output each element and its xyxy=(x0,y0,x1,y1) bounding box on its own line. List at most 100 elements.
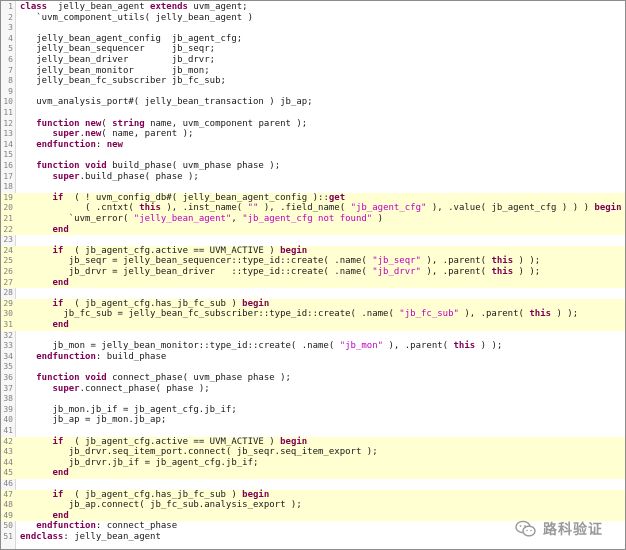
code-line[interactable]: 39 jb_mon.jb_if = jb_agent_cfg.jb_if; xyxy=(1,405,625,416)
code-line[interactable]: 42 if ( jb_agent_cfg.active == UVM_ACTIV… xyxy=(1,436,625,448)
line-code: if ( jb_agent_cfg.has_jb_fc_sub ) begin xyxy=(20,489,270,501)
code-keyword: super xyxy=(20,171,80,182)
code-line[interactable]: 13 super.new( name, parent ); xyxy=(1,129,625,140)
line-code: jelly_bean_monitor jb_mon; xyxy=(20,65,210,77)
line-number: 21 xyxy=(3,214,13,223)
line-code: jelly_bean_agent_config jb_agent_cfg; xyxy=(20,34,242,45)
code-line[interactable]: 16 function void build_phase( uvm_phase … xyxy=(1,161,625,172)
line-number: 48 xyxy=(3,500,13,510)
line-number: 40 xyxy=(3,415,13,425)
code-line[interactable]: 1 class jelly_bean_agent extends uvm_agen… xyxy=(1,2,625,13)
line-code: end xyxy=(20,320,69,331)
code-line[interactable]: 5 jelly_bean_sequencer jb_seqr; xyxy=(1,44,625,55)
code-line[interactable]: 27 end xyxy=(1,277,625,289)
code-line[interactable]: 38 xyxy=(1,394,625,405)
code-text: ( xyxy=(101,118,113,129)
code-line[interactable]: 17 super.build_phase( phase ); xyxy=(1,172,625,183)
code-keyword: this xyxy=(529,309,552,320)
code-line[interactable]: 23 xyxy=(1,235,625,246)
line-code: `uvm_error( "jelly_bean_agent", "jb_agen… xyxy=(20,214,383,225)
code-editor[interactable]: 1 class jelly_bean_agent extends uvm_agen… xyxy=(1,1,625,549)
line-code: end xyxy=(20,468,69,479)
code-line[interactable]: 43 jb_drvr.seq_item_port.connect( jb_seq… xyxy=(1,447,625,458)
code-line[interactable]: 24 if ( jb_agent_cfg.active == UVM_ACTIV… xyxy=(1,245,625,257)
code-line[interactable]: 32 xyxy=(1,331,625,342)
code-line[interactable]: 45 end xyxy=(1,468,625,479)
watermark-text: 路科验证 xyxy=(543,522,603,538)
code-text: ( .cntxt( xyxy=(20,203,140,214)
code-line[interactable]: 10 uvm_analysis_port#( jelly_bean_transa… xyxy=(1,97,625,108)
code-text: jelly_bean_monitor jb_mon; xyxy=(20,65,210,76)
code-line[interactable]: 15 xyxy=(1,150,625,161)
code-line[interactable]: 35 xyxy=(1,362,625,373)
code-line[interactable]: 6 jelly_bean_driver jb_drvr; xyxy=(1,55,625,66)
code-line[interactable]: 33 jb_mon = jelly_bean_monitor::type_id:… xyxy=(1,341,625,352)
line-code: function void connect_phase( uvm_phase p… xyxy=(20,373,291,384)
code-line[interactable]: 8 jelly_bean_fc_subscriber jb_fc_sub; xyxy=(1,76,625,87)
wechat-icon xyxy=(515,520,536,537)
code-line[interactable]: 41 xyxy=(1,426,625,437)
code-string: "jelly_bean_agent" xyxy=(133,214,232,224)
code-line[interactable]: 29 if ( jb_agent_cfg.has_jb_fc_sub ) beg… xyxy=(1,298,625,310)
code-line[interactable]: 11 xyxy=(1,108,625,119)
line-number: 29 xyxy=(3,298,13,308)
code-string: "jb_fc_sub" xyxy=(399,309,459,320)
code-line[interactable]: 47 if ( jb_agent_cfg.has_jb_fc_sub ) beg… xyxy=(1,489,625,501)
code-text: jelly_bean_agent xyxy=(47,2,151,12)
code-keyword: end xyxy=(20,277,69,288)
code-text: ( jb_agent_cfg.active == UVM_ACTIVE ) xyxy=(63,436,281,447)
code-text: connect_phase( uvm_phase phase ); xyxy=(106,373,291,383)
code-string: "jb_agent_cfg" xyxy=(350,203,427,214)
code-line[interactable]: 22 end xyxy=(1,224,625,236)
line-number: 9 xyxy=(8,86,13,96)
code-line[interactable]: 14 endfunction: new xyxy=(1,140,625,151)
line-number: 7 xyxy=(8,65,13,75)
code-line[interactable]: 3 xyxy=(1,23,625,34)
code-line[interactable]: 28 xyxy=(1,288,625,299)
code-line[interactable]: 34 endfunction: build_phase xyxy=(1,352,625,363)
code-line[interactable]: 44 jb_drvr.jb_if = jb_agent_cfg.jb_if; xyxy=(1,457,625,469)
code-line[interactable]: 19 if ( ! uvm_config_db#( jelly_bean_age… xyxy=(1,192,625,204)
line-number: 42 xyxy=(3,436,13,446)
line-code: if ( jb_agent_cfg.has_jb_fc_sub ) begin xyxy=(20,299,270,310)
code-keyword: if xyxy=(20,489,64,500)
code-keyword: endfunction xyxy=(20,521,96,532)
code-string: "jb_seqr" xyxy=(372,256,421,267)
code-line[interactable]: 40 jb_ap = jb_mon.jb_ap; xyxy=(1,415,625,426)
code-line[interactable]: 26 jb_drvr = jelly_bean_driver ::type_id… xyxy=(1,267,625,278)
code-line[interactable]: 31 end xyxy=(1,320,625,331)
line-code: end xyxy=(20,225,69,236)
code-keyword: end xyxy=(20,224,69,235)
code-keyword: void xyxy=(85,373,107,383)
code-line[interactable]: 30 jb_fc_sub = jelly_bean_fc_subscriber:… xyxy=(1,309,625,320)
line-number: 16 xyxy=(3,161,13,170)
code-line[interactable]: 37 super.connect_phase( phase ); xyxy=(1,384,625,395)
line-code: jb_drvr.jb_if = jb_agent_cfg.jb_if; xyxy=(20,458,259,469)
code-keyword: begin xyxy=(280,245,308,256)
watermark: 路科验证 xyxy=(515,519,603,539)
code-line[interactable]: 12 function new( string name, uvm_compon… xyxy=(1,119,625,130)
code-text: jb_drvr.seq_item_port.connect( jb_seqr.s… xyxy=(20,447,378,458)
line-number: 24 xyxy=(3,245,13,255)
line-number: 2 xyxy=(8,12,13,22)
line-number: 14 xyxy=(3,139,13,149)
line-number: 47 xyxy=(3,489,13,499)
code-keyword: begin xyxy=(242,489,270,500)
line-code: jb_mon = jelly_bean_monitor::type_id::cr… xyxy=(20,341,503,352)
code-line[interactable]: 48 jb_ap.connect( jb_fc_sub.analysis_exp… xyxy=(1,500,625,511)
code-line[interactable]: 4 jelly_bean_agent_config jb_agent_cfg; xyxy=(1,34,625,45)
code-line[interactable]: 21 `uvm_error( "jelly_bean_agent", "jb_a… xyxy=(1,214,625,225)
code-line[interactable]: 36 function void connect_phase( uvm_phas… xyxy=(1,373,625,384)
code-line[interactable]: 7 jelly_bean_monitor jb_mon; xyxy=(1,66,625,77)
line-code: jb_fc_sub = jelly_bean_fc_subscriber::ty… xyxy=(20,309,578,320)
code-keyword: new xyxy=(106,139,123,150)
line-number: 43 xyxy=(3,447,13,457)
code-line[interactable]: 18 xyxy=(1,182,625,193)
code-line[interactable]: 25 jb_seqr = jelly_bean_sequencer::type_… xyxy=(1,256,625,267)
code-string: "jb_mon" xyxy=(339,341,384,352)
code-line[interactable]: 2 `uvm_component_utils( jelly_bean_agent… xyxy=(1,13,625,24)
code-line[interactable]: 20 ( .cntxt( this ), .inst_name( "" ), .… xyxy=(1,203,625,214)
code-line[interactable]: 9 xyxy=(1,87,625,98)
code-text: uvm_agent; xyxy=(187,2,248,12)
code-line[interactable]: 46 xyxy=(1,479,625,490)
